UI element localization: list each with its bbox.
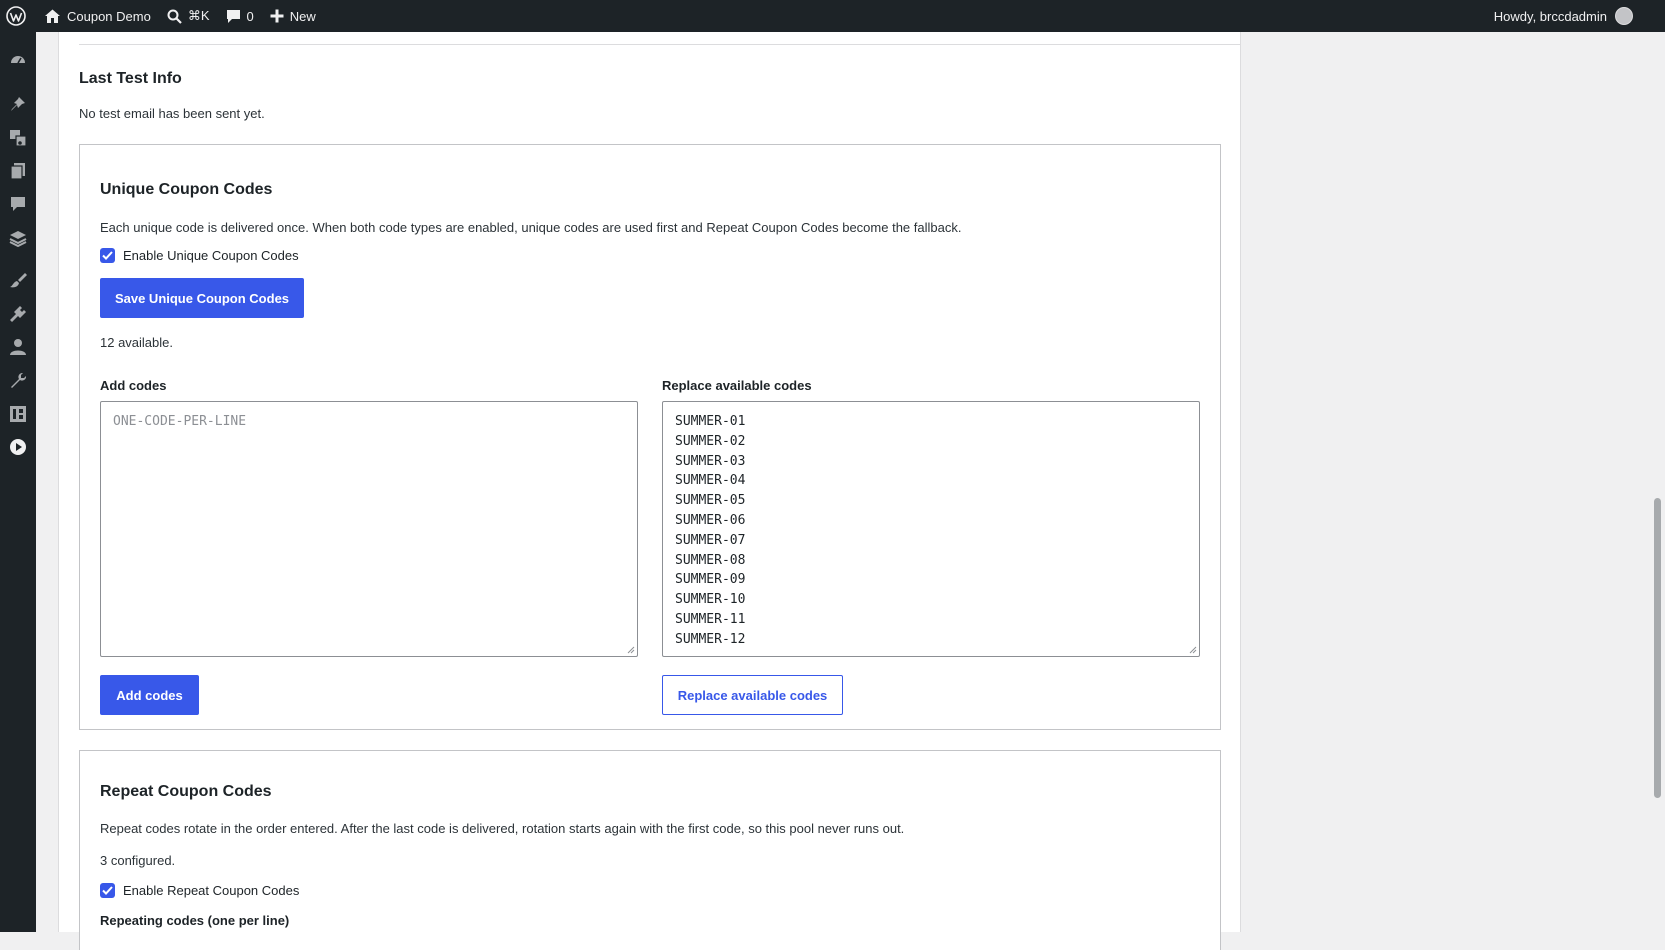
- comments-link[interactable]: 0: [218, 0, 262, 32]
- media-icon[interactable]: [9, 129, 27, 147]
- replace-codes-label: Replace available codes: [662, 378, 812, 393]
- scrollbar-thumb[interactable]: [1654, 498, 1661, 798]
- repeat-codes-description: Repeat codes rotate in the order entered…: [100, 821, 905, 836]
- pages-icon[interactable]: [9, 162, 27, 180]
- new-content-button[interactable]: New: [262, 0, 324, 32]
- code-line: SUMMER-02: [675, 433, 746, 449]
- replace-codes-textarea[interactable]: SUMMER-01 SUMMER-02 SUMMER-03 SUMMER-04 SUMM…: [662, 401, 1200, 657]
- tools-icon[interactable]: [9, 372, 27, 390]
- my-account-button[interactable]: Howdy, brccdadmin: [1486, 0, 1633, 32]
- comment-bubble-icon: [226, 9, 240, 23]
- home-icon: [45, 9, 60, 23]
- brush-icon[interactable]: [9, 271, 27, 289]
- users-icon[interactable]: [9, 338, 27, 356]
- code-line: SUMMER-05: [675, 493, 746, 509]
- unique-codes-panel: Unique Coupon Codes Each unique code is …: [79, 144, 1221, 730]
- code-line: SUMMER-04: [675, 473, 746, 489]
- comments-count: 0: [246, 8, 254, 24]
- unique-codes-description: Each unique code is delivered once. When…: [100, 220, 962, 235]
- enable-repeat-checkbox[interactable]: [100, 883, 115, 898]
- page-scrollbar[interactable]: [1651, 32, 1665, 932]
- search-icon: [167, 9, 182, 24]
- save-unique-codes-button[interactable]: Save Unique Coupon Codes: [100, 278, 304, 318]
- resize-handle-icon[interactable]: [1189, 646, 1197, 654]
- resize-handle-icon[interactable]: [627, 646, 635, 654]
- last-test-status: No test email has been sent yet.: [79, 106, 265, 121]
- site-name: Coupon Demo: [67, 8, 151, 24]
- layers-icon[interactable]: [9, 229, 27, 247]
- command-palette-button[interactable]: ⌘K: [159, 0, 218, 32]
- howdy-text: Howdy, brccdadmin: [1493, 8, 1607, 24]
- repeat-codes-title: Repeat Coupon Codes: [100, 783, 272, 800]
- enable-repeat-row: Enable Repeat Coupon Codes: [100, 883, 299, 898]
- play-icon[interactable]: [9, 438, 27, 456]
- plus-icon: [270, 9, 284, 23]
- search-shortcut: ⌘K: [187, 8, 210, 23]
- add-codes-textarea[interactable]: ONE-CODE-PER-LINE: [100, 401, 638, 657]
- pin-icon[interactable]: [9, 95, 27, 113]
- replace-codes-button[interactable]: Replace available codes: [662, 675, 843, 715]
- enable-unique-label: Enable Unique Coupon Codes: [123, 248, 299, 263]
- checkmark-icon: [102, 886, 113, 895]
- wordpress-icon: [6, 6, 26, 26]
- enable-unique-checkbox[interactable]: [100, 248, 115, 263]
- code-line: SUMMER-03: [675, 453, 746, 469]
- add-codes-placeholder: ONE-CODE-PER-LINE: [113, 414, 247, 429]
- enable-unique-row: Enable Unique Coupon Codes: [100, 248, 299, 263]
- site-name-link[interactable]: Coupon Demo: [36, 0, 159, 32]
- settings-icon[interactable]: [9, 405, 27, 423]
- code-line: SUMMER-10: [675, 592, 746, 608]
- code-line: SUMMER-01: [675, 414, 746, 429]
- repeat-configured-count: 3 configured.: [100, 853, 176, 868]
- unique-available-count: 12 available.: [100, 335, 173, 350]
- checkmark-icon: [102, 251, 113, 260]
- repeating-codes-label: Repeating codes (one per line): [100, 913, 290, 928]
- section-divider: [79, 44, 1240, 45]
- admin-bar: Coupon Demo ⌘K 0 New Howdy, brccdadmin: [0, 0, 1665, 32]
- enable-repeat-label: Enable Repeat Coupon Codes: [123, 883, 300, 898]
- code-line: SUMMER-12: [675, 631, 746, 647]
- repeat-codes-panel: Repeat Coupon Codes Repeat codes rotate …: [79, 750, 1221, 950]
- wordpress-logo-button[interactable]: [0, 0, 36, 32]
- plugin-icon[interactable]: [9, 305, 27, 323]
- avatar: [1615, 7, 1633, 25]
- add-codes-button[interactable]: Add codes: [100, 675, 199, 715]
- unique-codes-title: Unique Coupon Codes: [100, 181, 273, 198]
- last-test-title: Last Test Info: [79, 70, 182, 87]
- code-line: SUMMER-07: [675, 532, 746, 548]
- add-codes-label: Add codes: [100, 378, 167, 393]
- admin-menu: [0, 32, 36, 932]
- code-line: SUMMER-11: [675, 611, 746, 627]
- code-line: SUMMER-06: [675, 512, 746, 528]
- settings-content: Last Test Info No test email has been se…: [58, 32, 1241, 950]
- dashboard-icon[interactable]: [9, 51, 27, 69]
- codes-list: SUMMER-01 SUMMER-02 SUMMER-03 SUMMER-04 SUMM…: [675, 412, 1187, 650]
- code-line: SUMMER-09: [675, 572, 746, 588]
- comments-icon[interactable]: [9, 195, 27, 213]
- code-line: SUMMER-08: [675, 552, 746, 568]
- new-label: New: [289, 8, 316, 24]
